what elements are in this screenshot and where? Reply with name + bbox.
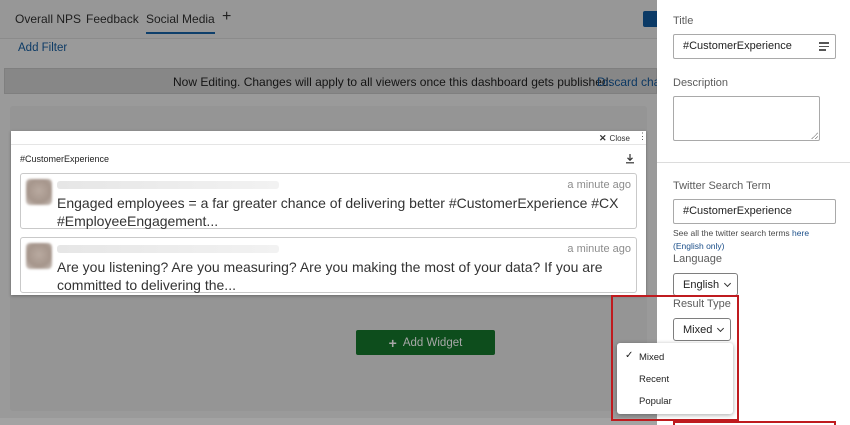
close-button[interactable]: ✕ Close <box>599 133 630 144</box>
tab-overall-nps[interactable]: Overall NPS <box>15 12 81 26</box>
dropdown-option-label: Recent <box>639 374 670 385</box>
tab-social-media[interactable]: Social Media <box>146 12 215 34</box>
editing-banner: Now Editing. Changes will apply to all v… <box>4 68 667 94</box>
text-align-icon[interactable] <box>819 42 829 51</box>
dropdown-option-label: Popular <box>639 396 672 407</box>
filter-bar: Add Filter <box>0 38 657 60</box>
twitter-search-input[interactable]: #CustomerExperience <box>673 199 836 224</box>
language-select[interactable]: English <box>673 273 739 296</box>
bottom-strip <box>0 418 657 425</box>
highlight-box-lower <box>673 421 836 425</box>
language-select-value: English <box>683 278 720 291</box>
language-label: Language <box>673 253 722 265</box>
title-input[interactable]: #CustomerExperience <box>673 34 836 59</box>
widget-header: ✕ Close ⋮ <box>11 131 647 145</box>
tweet-author-redacted <box>57 181 279 189</box>
search-terms-link[interactable]: here <box>792 228 809 238</box>
twitter-search-value: #CustomerExperience <box>683 205 792 217</box>
close-icon: ✕ <box>599 133 607 143</box>
dropdown-option-mixed[interactable]: ✓ Mixed <box>617 346 733 367</box>
title-input-value: #CustomerExperience <box>683 40 792 52</box>
avatar <box>26 243 52 269</box>
tweet-author-redacted <box>57 245 279 253</box>
widget-title: #CustomerExperience <box>20 154 110 164</box>
description-label: Description <box>673 77 729 89</box>
close-label: Close <box>609 134 630 143</box>
title-label: Title <box>673 15 694 27</box>
divider <box>657 162 850 163</box>
dropdown-option-popular[interactable]: Popular <box>617 390 733 411</box>
kebab-menu-icon[interactable]: ⋮ <box>638 132 647 141</box>
tab-bar: Overall NPS Feedback Social Media + <box>0 0 657 38</box>
dropdown-option-recent[interactable]: Recent <box>617 368 733 389</box>
add-filter-link[interactable]: Add Filter <box>18 42 67 54</box>
tweet-timestamp: a minute ago <box>567 179 631 191</box>
description-textarea[interactable] <box>673 96 820 141</box>
search-terms-hint: See all the twitter search terms here (E… <box>673 227 838 253</box>
chevron-down-icon <box>724 279 732 287</box>
result-type-dropdown: ✓ Mixed Recent Popular <box>617 343 733 414</box>
avatar <box>26 179 52 205</box>
add-tab-button[interactable]: + <box>222 8 231 26</box>
plus-icon: + <box>388 334 397 351</box>
tweet-card: a minute ago Are you listening? Are you … <box>20 237 637 293</box>
tweet-card: a minute ago Engaged employees = a far g… <box>20 173 637 229</box>
dropdown-option-label: Mixed <box>639 352 665 363</box>
twitter-widget: ✕ Close ⋮ #CustomerExperience a minute a… <box>11 131 647 295</box>
twitter-search-label: Twitter Search Term <box>673 180 771 192</box>
editing-banner-text: Now Editing. Changes will apply to all v… <box>173 75 612 89</box>
tweet-text: Engaged employees = a far greater chance… <box>57 195 619 229</box>
tweet-timestamp: a minute ago <box>567 243 631 255</box>
english-only-link[interactable]: (English only) <box>673 241 725 251</box>
add-widget-label: Add Widget <box>402 336 463 349</box>
export-button[interactable] <box>643 11 657 27</box>
checkmark-icon: ✓ <box>625 350 634 361</box>
tweet-text: Are you listening? Are you measuring? Ar… <box>57 259 603 293</box>
add-widget-button[interactable]: + Add Widget <box>356 330 495 355</box>
download-icon[interactable] <box>625 153 635 164</box>
tab-feedback[interactable]: Feedback <box>86 12 139 26</box>
hint-text: See all the twitter search terms <box>673 228 793 238</box>
resize-handle-icon[interactable] <box>811 132 818 139</box>
